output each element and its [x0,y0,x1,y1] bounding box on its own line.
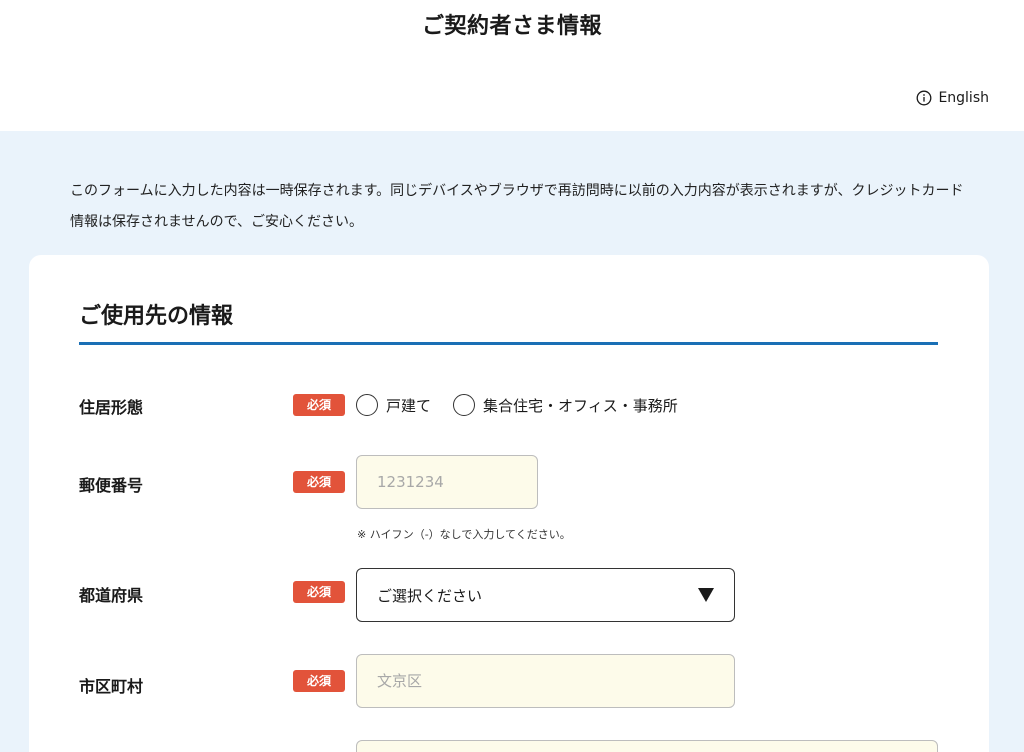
required-badge: 必須 [293,670,345,692]
english-language-link[interactable]: English [916,90,989,106]
postal-code-label: 郵便番号 [79,476,144,495]
prefecture-label: 都道府県 [79,586,144,605]
city-label: 市区町村 [79,677,144,696]
radio-option-apartment-office[interactable]: 集合住宅・オフィス・事務所 [453,394,678,416]
autosave-notice: このフォームに入力した内容は一時保存されます。同じデバイスやブラウザで再訪問時に… [70,183,964,230]
section-divider [79,342,938,345]
info-icon [916,90,932,106]
required-badge: 必須 [293,581,345,603]
language-link-label: English [938,90,989,106]
required-badge: 必須 [293,471,345,493]
prefecture-selected-value: ご選択ください [377,586,483,605]
residence-type-radio-group: 戸建て 集合住宅・オフィス・事務所 [356,394,700,416]
postal-code-hint: ※ ハイフン（-）なしで入力してください。 [357,528,571,541]
prefecture-select[interactable]: ご選択ください [356,568,735,622]
radio-option-label: 集合住宅・オフィス・事務所 [483,396,678,415]
radio-button[interactable] [356,394,378,416]
city-input[interactable] [356,654,735,708]
radio-button[interactable] [453,394,476,416]
radio-option-label: 戸建て [386,396,432,415]
page-title: ご契約者さま情報 [421,14,602,39]
radio-option-detached-house[interactable]: 戸建て [356,394,431,416]
required-badge: 必須 [293,394,345,416]
postal-code-input[interactable] [356,455,538,509]
section-title: ご使用先の情報 [79,304,234,329]
address-input[interactable] [356,740,938,752]
residence-type-label: 住居形態 [79,398,144,417]
chevron-down-icon [698,588,714,602]
